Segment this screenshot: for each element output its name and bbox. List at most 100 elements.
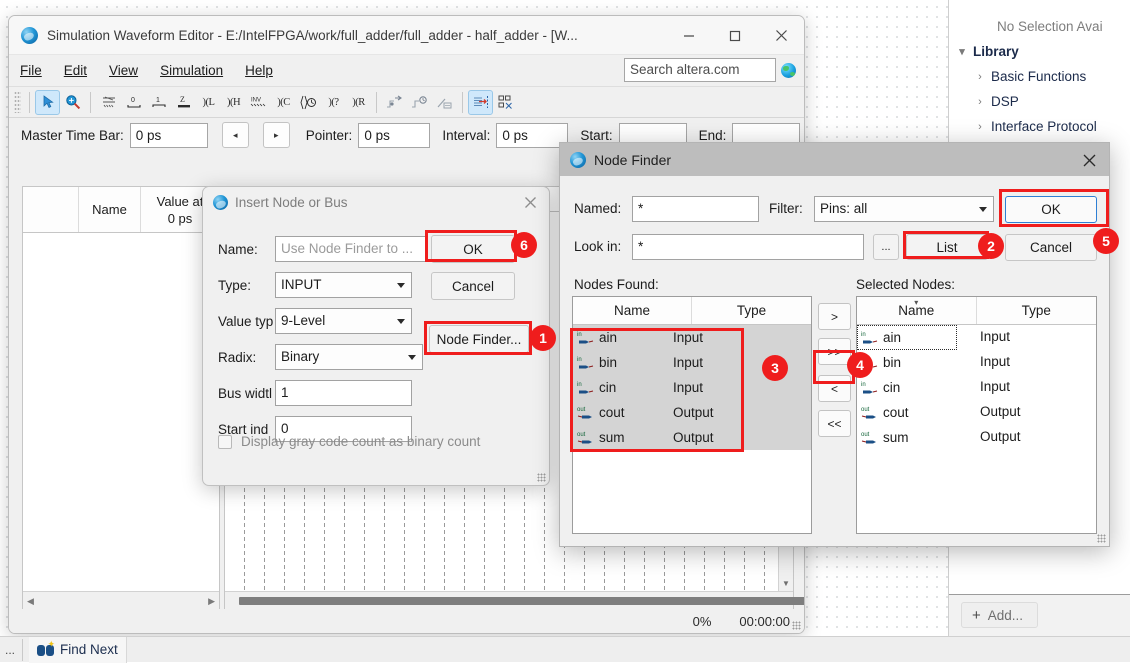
node-row[interactable]: in bin Input [573,350,811,375]
remove-selected-button[interactable]: < [818,375,851,402]
ip-item-dsp[interactable]: › DSP [949,89,1130,114]
list-item[interactable]: in bin [857,350,1096,375]
input-pin-icon: in [573,330,599,345]
force-weak-high-icon[interactable]: )(H [221,90,246,115]
named-input[interactable]: * [632,196,759,222]
node-row[interactable]: in cin Input [573,375,811,400]
node-group-icon[interactable] [493,90,518,115]
clock-icon[interactable] [296,90,321,115]
interval-value[interactable]: 0 ps [496,122,569,148]
add-all-button[interactable]: >> [818,338,851,365]
selection-tool-icon[interactable] [35,89,60,115]
list-item[interactable]: out sum [857,425,1096,450]
nodes-found-list[interactable]: Name Type in ain Input in bin Input in c… [572,296,812,534]
snap-to-grid-icon[interactable] [382,90,407,115]
node-row[interactable]: out sum Output [573,425,811,450]
insert-node-icon[interactable] [468,89,493,115]
menu-view[interactable]: View [98,55,149,87]
hscroll-thumb[interactable] [239,597,804,605]
dialog-resize-grip[interactable] [537,473,546,482]
force-high-icon[interactable]: 1 [146,90,171,115]
close-icon[interactable] [758,16,804,55]
globe-icon[interactable] [781,62,796,78]
pointer-value[interactable]: 0 ps [358,122,431,148]
cancel-button-node-finder[interactable]: Cancel [1005,234,1097,261]
column-header-name[interactable]: Name [573,297,692,324]
step-forward-button[interactable]: ▸ [262,122,290,148]
sort-icon[interactable] [432,90,457,115]
selected-nodes-list[interactable]: ▾ Name Type in ain in bin in cin out cou… [856,296,1097,534]
invert-icon[interactable]: INV [246,90,271,115]
list-button[interactable]: List [906,234,988,260]
menu-simulation[interactable]: Simulation [149,55,234,87]
random-value-icon[interactable]: )(R [346,90,371,115]
look-in-input[interactable]: * [632,234,864,260]
node-row[interactable]: out cout Output [573,400,811,425]
overflow-ellipsis[interactable]: ... [0,643,20,657]
bus-width-input[interactable]: 1 [275,380,412,406]
menu-edit[interactable]: Edit [53,55,98,87]
column-header-name[interactable]: ▾ Name [857,297,977,324]
ip-item-label: DSP [991,94,1019,109]
name-input[interactable]: Use Node Finder to ... [275,236,427,262]
list-item[interactable]: in cin [857,375,1096,400]
list-item[interactable]: out cout [857,400,1096,425]
menu-help[interactable]: Help [234,55,284,87]
selected-nodes-rows[interactable]: in ain in bin in cin out cout out sum [857,325,1096,450]
toolbar-drag-handle[interactable] [14,91,21,113]
force-unknown-icon[interactable]: )(? [321,90,346,115]
gray-code-checkbox[interactable] [218,434,232,449]
column-header-name[interactable]: Name [79,187,141,232]
toolbar-divider [29,91,30,113]
node-name-list[interactable] [23,233,219,591]
scroll-right-icon[interactable]: ▶ [208,596,215,607]
ip-item-library[interactable]: ▾ Library [949,39,1130,64]
nodes-found-rows[interactable]: in ain Input in bin Input in cin Input o… [573,325,811,450]
node-pane-hscrollbar[interactable]: ◀ ▶ [23,591,219,610]
waveform-hscrollbar[interactable] [225,591,804,610]
column-header-type[interactable]: Type [692,297,811,324]
gray-code-row[interactable]: Display gray code count as binary count [218,434,480,449]
quartus-logo-icon [213,194,228,210]
ok-button-node-finder[interactable]: OK [1005,196,1097,223]
column-header-type[interactable]: Type [977,297,1097,324]
browse-button[interactable]: ... [873,234,899,260]
find-next-button[interactable]: ✦ Find Next [29,636,127,663]
menu-file[interactable]: File [9,55,53,87]
node-finder-button[interactable]: Node Finder... [429,325,529,353]
cancel-button-insert[interactable]: Cancel [431,272,515,300]
zoom-tool-icon[interactable] [60,90,85,115]
count-value-icon[interactable]: )(C [271,90,296,115]
force-low-icon[interactable]: 0 [121,90,146,115]
ip-item-interface-protocols[interactable]: › Interface Protocol [949,114,1130,139]
dialog-resize-grip[interactable] [1097,534,1106,543]
node-row[interactable]: in ain Input [573,325,811,350]
filter-select[interactable]: Pins: all [814,196,994,222]
force-high-impedance-icon[interactable]: Z [171,90,196,115]
type-select[interactable]: INPUT [275,272,412,298]
waveform-undefined-icon[interactable] [96,90,121,115]
list-item[interactable]: in ain [857,325,957,350]
window-resize-grip[interactable] [792,621,801,630]
scroll-down-icon[interactable]: ▼ [779,576,793,591]
radix-select[interactable]: Binary [275,344,423,370]
step-back-button[interactable]: ◂ [221,122,249,148]
add-selected-button[interactable]: > [818,303,851,330]
search-input[interactable]: Search altera.com [624,58,776,82]
value-type-select[interactable]: 9-Level [275,308,412,334]
window-title: Simulation Waveform Editor - E:/IntelFPG… [47,27,578,43]
master-time-bar-value[interactable]: 0 ps [129,122,208,148]
svg-text:in: in [577,357,582,363]
remove-all-button[interactable]: << [818,410,851,437]
minimize-icon[interactable] [666,16,712,55]
chevron-right-icon: › [978,95,982,108]
add-ip-button[interactable]: + Add... [961,602,1039,628]
snap-to-transition-icon[interactable] [407,90,432,115]
ip-item-basic-functions[interactable]: › Basic Functions [949,64,1130,89]
maximize-icon[interactable] [712,16,758,55]
scroll-left-icon[interactable]: ◀ [27,596,34,607]
close-icon[interactable] [1077,148,1101,172]
force-weak-low-icon[interactable]: )(L [196,90,221,115]
ok-button-insert[interactable]: OK [431,235,515,263]
close-icon[interactable] [519,191,541,213]
